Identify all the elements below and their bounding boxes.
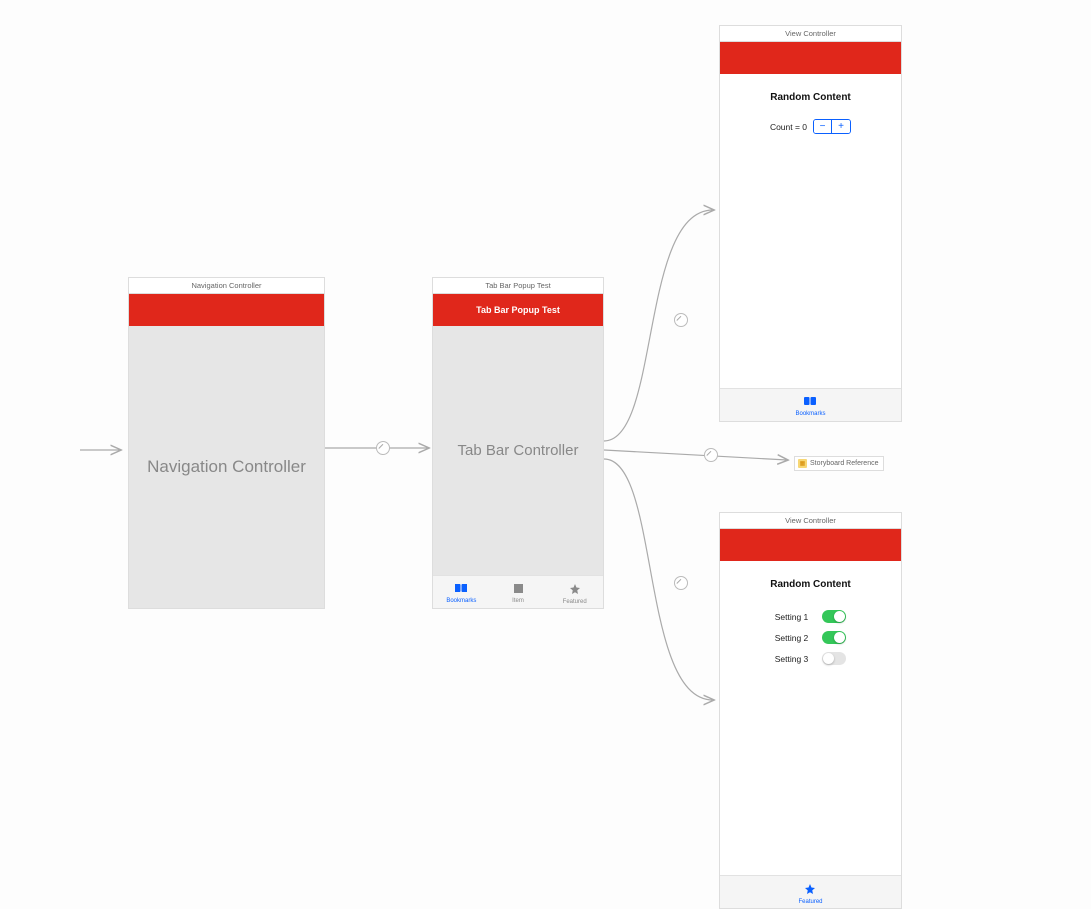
tab-item[interactable]: Item [490,583,547,604]
tabbar: Bookmarks [720,388,901,421]
star-icon [804,883,816,897]
segue-tab-to-vc-top[interactable] [674,313,688,327]
setting-row-2: Setting 2 [730,631,891,644]
scene-tab-bar-controller[interactable]: Tab Bar Popup Test Tab Bar Popup Test Ta… [432,277,604,609]
navbar-title: Tab Bar Popup Test [433,294,603,326]
scene-title: Tab Bar Popup Test [432,277,604,294]
scene-title: View Controller [719,512,902,529]
tab-bookmarks[interactable]: Bookmarks [433,583,490,604]
bookmarks-icon [803,396,817,409]
content-area: Random Content Count = 0 − + [720,74,901,388]
navbar [720,529,901,561]
segue-tab-to-storyboard-ref[interactable] [704,448,718,462]
switch-setting-3[interactable] [822,652,846,665]
tab-label: Featured [563,599,587,605]
storyboard-reference[interactable]: ▦ Storyboard Reference [794,456,884,471]
content-area: Random Content Setting 1 Setting 2 Setti… [720,561,901,875]
placeholder-label: Navigation Controller [129,326,324,608]
setting-row-1: Setting 1 [730,610,891,623]
segue-tab-to-vc-bottom[interactable] [674,576,688,590]
random-content-heading: Random Content [770,92,851,103]
count-row: Count = 0 − + [770,119,851,134]
scene-view-controller-top[interactable]: View Controller Random Content Count = 0… [719,25,902,422]
square-icon [513,583,524,596]
switch-setting-1[interactable] [822,610,846,623]
count-stepper[interactable]: − + [813,119,851,134]
tab-label: Bookmarks [446,598,476,604]
bookmarks-icon [454,583,468,596]
scene-navigation-controller[interactable]: Navigation Controller Navigation Control… [128,277,325,609]
setting-row-3: Setting 3 [730,652,891,665]
placeholder-label: Tab Bar Controller [433,326,603,575]
scene-view-controller-bottom[interactable]: View Controller Random Content Setting 1… [719,512,902,909]
setting-label: Setting 1 [775,612,809,622]
setting-label: Setting 3 [775,654,809,664]
tab-bookmarks[interactable]: Bookmarks [795,396,825,417]
tab-featured[interactable]: Featured [798,883,822,905]
tabbar: Featured [720,875,901,908]
segue-nav-to-tab[interactable] [376,441,390,455]
count-label: Count = 0 [770,122,807,132]
tab-label: Featured [798,899,822,905]
stepper-plus[interactable]: + [832,120,850,133]
switch-setting-2[interactable] [822,631,846,644]
navbar [129,294,324,326]
tab-label: Item [512,598,524,604]
navbar [720,42,901,74]
random-content-heading: Random Content [770,579,851,590]
setting-label: Setting 2 [775,633,809,643]
storyboard-icon: ▦ [798,459,807,468]
stepper-minus[interactable]: − [814,120,832,133]
tab-featured[interactable]: Featured [546,583,603,605]
storyboard-reference-label: Storyboard Reference [810,460,878,467]
star-icon [569,583,581,597]
scene-title: Navigation Controller [128,277,325,294]
tab-label: Bookmarks [795,411,825,417]
tabbar: Bookmarks Item Featured [433,575,603,608]
scene-title: View Controller [719,25,902,42]
